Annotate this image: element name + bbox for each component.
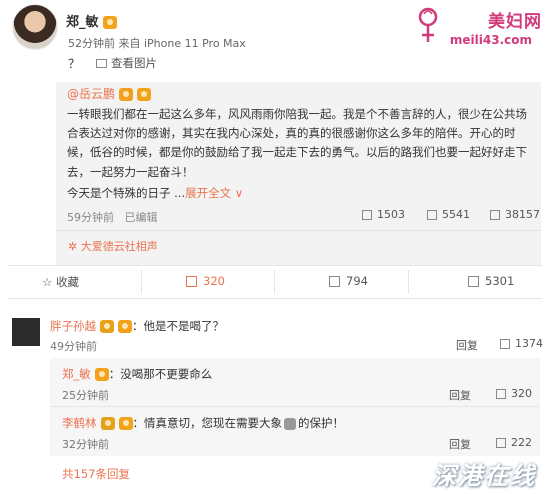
reply-body-end: 的保护！ — [298, 416, 344, 430]
repost-comment-count[interactable]: 5541 — [427, 208, 470, 221]
reply-time: 25分钟前 — [62, 389, 109, 402]
repost-count: 320 — [203, 274, 225, 288]
member-badge-icon — [102, 16, 117, 29]
topic-label: 大爱德云社相声 — [80, 240, 158, 253]
view-image-label: 查看图片 — [111, 56, 157, 70]
comment-like-count: 1374 — [515, 337, 543, 350]
avatar[interactable] — [12, 4, 58, 50]
repost-forward-count[interactable]: 1503 — [362, 208, 405, 221]
reply-button[interactable]: 回复 — [456, 337, 478, 353]
comment-count: 5541 — [442, 208, 470, 221]
verified-icon — [100, 417, 115, 430]
reply-like-button[interactable]: 320 — [496, 387, 532, 400]
reply-button[interactable]: 回复 — [449, 387, 471, 403]
post-meta: 52分钟前 来自 iPhone 11 Pro Max — [68, 37, 246, 50]
reply-time: 32分钟前 — [62, 438, 109, 451]
post-author[interactable]: 郑_敏 — [66, 11, 117, 30]
like-count: 38157 — [505, 208, 540, 221]
reply-like-count: 222 — [511, 436, 532, 449]
comment-body: ：他是不是喝了？ — [132, 319, 224, 333]
like-icon — [500, 339, 510, 349]
repost-meta: 59分钟前 已编辑 — [67, 209, 158, 225]
edited-label[interactable]: 已编辑 — [125, 211, 158, 224]
star-icon: ☆ — [42, 275, 56, 289]
reply-body: ：没喝那不更要命么 — [108, 367, 213, 381]
repost-author[interactable]: @岳云鹏 — [67, 85, 152, 102]
member-badge-icon — [137, 88, 152, 101]
repost-button[interactable]: 320 — [186, 274, 225, 288]
action-bar — [8, 265, 542, 299]
site-logo-icon — [418, 7, 438, 42]
repost-line2: 今天是个特殊的日子 ...展开全文 ∨ — [67, 185, 243, 201]
like-count: 5301 — [485, 274, 515, 288]
reply-text: 郑_敏 ：没喝那不更要命么 — [62, 366, 212, 382]
topic-link[interactable]: ✲ 大爱德云社相声 — [68, 238, 158, 254]
post-text: ？ — [68, 57, 81, 71]
like-icon — [496, 438, 506, 448]
site-logo-url: meili43.com — [449, 33, 532, 47]
topic-icon: ✲ — [68, 240, 81, 253]
watermark: 深港在线 — [432, 462, 536, 490]
like-icon — [490, 210, 500, 220]
commenter-name[interactable]: 胖子孙越 — [50, 319, 96, 333]
like-button[interactable]: 5301 — [468, 274, 514, 288]
comment-time: 49分钟前 — [50, 340, 97, 353]
like-icon — [468, 276, 479, 287]
view-image-link[interactable]: 查看图片 — [96, 55, 157, 71]
comment-button[interactable]: 794 — [329, 274, 368, 288]
reply-text: 李鹤林 ：情真意切，您现在需要大象 的保护！ — [62, 415, 344, 431]
repost-time[interactable]: 59分钟前 — [67, 211, 114, 224]
site-logo-text: 美妇网 — [488, 12, 542, 32]
divider — [408, 270, 409, 294]
forward-icon — [186, 276, 197, 287]
expand-full-text-link[interactable]: 展开全文 ∨ — [185, 186, 243, 200]
divider — [56, 230, 541, 231]
more-replies-link[interactable]: 共157条回复 — [62, 466, 130, 482]
replier-name[interactable]: 李鹤林 — [62, 416, 97, 430]
author-name[interactable]: 郑_敏 — [66, 15, 99, 30]
member-badge-icon — [118, 320, 132, 333]
forward-icon — [362, 210, 372, 220]
verified-icon — [119, 88, 134, 101]
reply-button[interactable]: 回复 — [449, 436, 471, 452]
forward-count: 1503 — [377, 208, 405, 221]
like-icon — [496, 389, 506, 399]
comment-icon — [329, 276, 340, 287]
repost-line2-text: 今天是个特殊的日子 ... — [67, 186, 186, 200]
repost-author-name[interactable]: @岳云鹏 — [67, 87, 115, 101]
avatar[interactable] — [12, 318, 40, 346]
reply-like-button[interactable]: 222 — [496, 436, 532, 449]
member-badge-icon — [118, 417, 133, 430]
comment-icon — [427, 210, 437, 220]
divider — [50, 406, 540, 407]
comment-count: 794 — [346, 274, 368, 288]
verified-icon — [100, 320, 114, 333]
member-badge-icon — [94, 368, 109, 381]
divider — [274, 270, 275, 294]
reply-like-count: 320 — [511, 387, 532, 400]
divider — [141, 270, 142, 294]
comment-like-button[interactable]: 1374 — [500, 337, 543, 350]
comment-text: 胖子孙越 ：他是不是喝了？ — [50, 318, 224, 334]
repost-like-count[interactable]: 38157 — [490, 208, 540, 221]
image-icon — [96, 59, 107, 68]
favorite-label: 收藏 — [55, 275, 79, 289]
elephant-emoji-icon — [284, 417, 296, 430]
reply-body: ：情真意切，您现在需要大象 — [132, 416, 283, 430]
favorite-button[interactable]: ☆ 收藏 — [42, 274, 79, 290]
repost-body: 一转眼我们都在一起这么多年，风风雨雨你陪我一起。我是个不善言辞的人，很少在公共场… — [67, 107, 527, 179]
replier-name[interactable]: 郑_敏 — [62, 367, 91, 381]
